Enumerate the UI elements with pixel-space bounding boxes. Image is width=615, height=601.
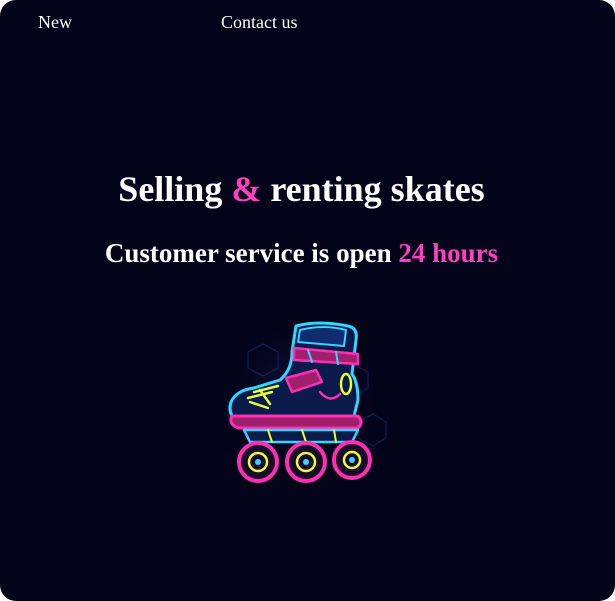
hero-title: Selling & renting skates (0, 168, 603, 210)
page-frame: New Contact us Selling & renting skates … (0, 0, 615, 601)
nav-link-new[interactable]: New (38, 12, 72, 33)
hero-subtitle: Customer service is open 24 hours (0, 238, 603, 269)
skate-illustration (212, 321, 388, 492)
nav-link-contact-us[interactable]: Contact us (221, 12, 298, 33)
hero-title-accent: & (231, 169, 262, 209)
hero-subtitle-accent: 24 hours (398, 238, 499, 268)
neon-inline-skate-icon (208, 312, 388, 502)
hero-subtitle-part1: Customer service is open (104, 238, 399, 268)
hero-title-part2: renting skates (261, 169, 485, 209)
hero-title-part1: Selling (118, 169, 232, 209)
